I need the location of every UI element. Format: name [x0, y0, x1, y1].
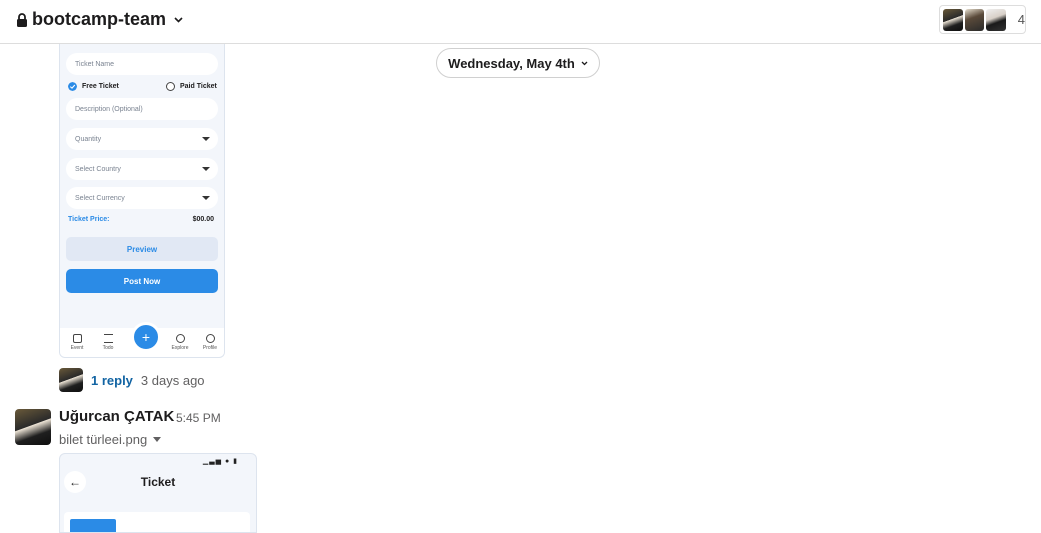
radio-empty-icon — [166, 82, 175, 91]
country-placeholder: Select Country — [75, 165, 121, 173]
ticket-price-label: Ticket Price: — [68, 216, 110, 223]
tab-explore: Explore — [168, 334, 192, 351]
member-avatar — [964, 8, 985, 31]
mock-ticket-title: Ticket — [140, 475, 176, 489]
channel-header: bootcamp-team 4 — [0, 0, 1041, 44]
chevron-down-icon — [174, 16, 183, 23]
channel-name-button[interactable]: bootcamp-team — [16, 9, 183, 30]
member-avatar — [943, 8, 963, 31]
tab-event: Event — [65, 334, 89, 351]
ticket-price-value: $00.00 — [192, 216, 214, 223]
image-attachment-ticket[interactable]: ▁▃▅ ● ▮ ← Ticket — [59, 453, 257, 533]
avatar[interactable] — [15, 409, 51, 445]
file-name: bilet türleei.png — [59, 432, 148, 447]
tab-event-label: Event — [70, 345, 84, 351]
status-bar-icons: ▁▃▅ ● ▮ — [202, 458, 238, 465]
calendar-icon — [72, 334, 82, 343]
dropdown-caret-icon — [202, 167, 210, 171]
members-button[interactable]: 4 — [939, 5, 1026, 34]
message-author[interactable]: Uğurcan ÇATAK — [59, 408, 174, 425]
dropdown-caret-icon — [202, 137, 210, 141]
check-circle-icon — [68, 82, 77, 91]
avatar — [59, 368, 83, 392]
tab-todo: Todo — [96, 334, 120, 351]
currency-field: Select Currency — [66, 187, 218, 209]
tab-todo-label: Todo — [102, 345, 114, 351]
reply-time: 3 days ago — [140, 372, 205, 388]
currency-placeholder: Select Currency — [75, 194, 125, 202]
date-divider-button[interactable]: Wednesday, May 4th — [436, 48, 600, 78]
dropdown-caret-icon — [202, 196, 210, 200]
profile-icon — [205, 334, 215, 343]
quantity-field: Quantity — [66, 128, 218, 150]
ticket-name-field: Ticket Name — [66, 53, 218, 75]
paid-ticket-option: Paid Ticket — [166, 82, 217, 91]
channel-title: bootcamp-team — [32, 9, 167, 29]
free-ticket-option: Free Ticket — [68, 82, 119, 91]
paid-ticket-label: Paid Ticket — [180, 83, 217, 90]
ticket-card-stripe — [70, 519, 116, 532]
message-timestamp[interactable]: 5:45 PM — [176, 411, 221, 425]
caret-down-icon — [153, 437, 162, 442]
free-ticket-label: Free Ticket — [82, 83, 119, 90]
reply-count-link[interactable]: 1 reply — [91, 373, 133, 388]
chevron-down-icon — [581, 61, 588, 65]
ticket-type-row: Free Ticket Paid Ticket — [68, 82, 218, 94]
lock-icon — [17, 12, 27, 27]
ticket-card — [64, 512, 250, 532]
ticket-name-placeholder: Ticket Name — [75, 60, 115, 68]
list-icon — [103, 334, 113, 343]
tab-explore-label: Explore — [171, 345, 189, 351]
description-field: Description (Optional) — [66, 98, 218, 120]
preview-button-mock: Preview — [66, 237, 218, 261]
compass-icon — [175, 334, 185, 343]
thread-summary[interactable]: 1 reply 3 days ago — [59, 368, 205, 392]
member-avatar — [986, 8, 1006, 31]
quantity-placeholder: Quantity — [75, 135, 102, 143]
tab-profile-label: Profile — [202, 345, 218, 351]
post-now-button-mock: Post Now — [66, 269, 218, 293]
image-attachment-ticket-form[interactable]: Ticket Name Free Ticket Paid Ticket Desc… — [59, 44, 225, 358]
file-name-toggle[interactable]: bilet türleei.png — [59, 432, 162, 447]
member-count: 4 — [1017, 12, 1026, 27]
plus-icon: + — [131, 322, 161, 352]
country-field: Select Country — [66, 158, 218, 180]
description-placeholder: Description (Optional) — [75, 105, 143, 113]
date-label: Wednesday, May 4th — [448, 55, 575, 71]
tab-profile: Profile — [198, 334, 222, 351]
